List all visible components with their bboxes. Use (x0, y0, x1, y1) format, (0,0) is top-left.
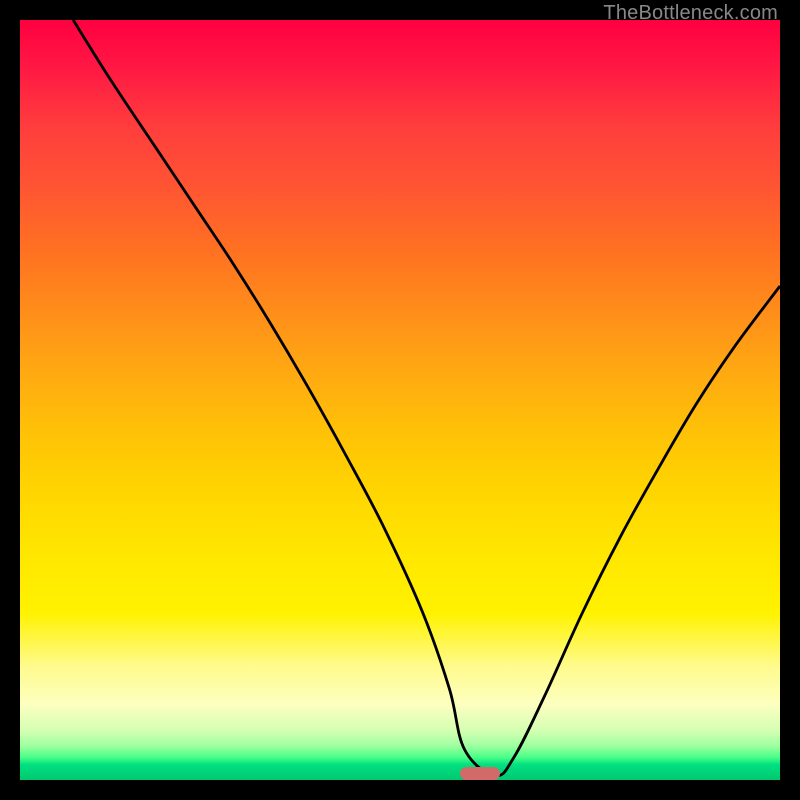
optimal-marker (460, 767, 500, 780)
watermark-text: TheBottleneck.com (603, 2, 778, 25)
bottleneck-curve (20, 20, 780, 780)
